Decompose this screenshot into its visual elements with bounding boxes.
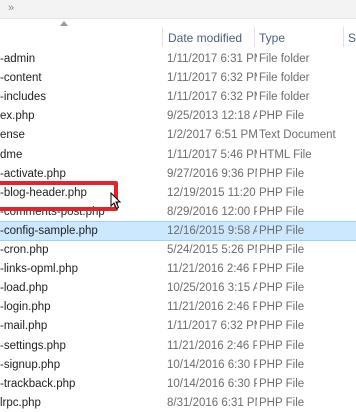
file-row[interactable]: -login.php 11/21/2016 2:46 PMPHP File: [0, 298, 356, 316]
file-type: File folder: [259, 53, 310, 65]
file-date-modified: 9/25/2013 12:18 AM: [167, 110, 257, 122]
file-type: PHP File: [259, 340, 305, 352]
file-date-modified: 10/25/2016 3:15 AM: [167, 282, 257, 294]
file-name: -trackback.php: [0, 378, 76, 390]
file-date-modified: 9/27/2016 9:36 PM: [167, 168, 257, 180]
file-row[interactable]: -content 1/11/2017 6:32 PM File folder: [0, 69, 356, 87]
mouse-cursor-icon: [110, 192, 122, 210]
file-type: PHP File: [259, 359, 305, 371]
file-row[interactable]: lrpc.php 8/31/2016 6:31 PM PHP File: [0, 394, 356, 412]
file-row[interactable]: -config-sample.php 12/16/2015 9:58 AMPHP …: [0, 221, 356, 241]
file-name: -includes: [0, 91, 47, 103]
file-row[interactable]: -trackback.php 10/14/2016 6:30 PMPHP File: [0, 375, 356, 393]
file-date-modified: 10/14/2016 6:30 PM: [167, 359, 257, 371]
file-name: -load.php: [0, 282, 48, 294]
file-type: HTML File: [259, 149, 312, 161]
file-name: ense: [0, 129, 25, 141]
file-type: PHP File: [259, 206, 305, 218]
column-separator[interactable]: [343, 27, 344, 47]
file-date-modified: 1/11/2017 6:32 PM: [167, 72, 257, 84]
file-date-modified: 11/21/2016 2:46 PM: [167, 263, 257, 275]
file-type: PHP File: [259, 168, 305, 180]
file-name: -signup.php: [0, 359, 61, 371]
file-row[interactable]: dme 1/11/2017 5:46 PM HTML File: [0, 146, 356, 164]
file-date-modified: 1/11/2017 6:32 PM: [167, 91, 257, 103]
file-date-modified: 11/21/2016 2:46 PM: [167, 340, 257, 352]
file-name: -login.php: [0, 301, 51, 313]
file-name: -settings.php: [0, 340, 66, 352]
column-separator[interactable]: [162, 27, 163, 47]
file-name: ex.php: [0, 110, 35, 122]
file-date-modified: 12/16/2015 9:58 AM: [167, 225, 257, 237]
file-row[interactable]: -signup.php 10/14/2016 6:30 PMPHP File: [0, 356, 356, 374]
file-date-modified: 10/14/2016 6:30 PM: [167, 378, 257, 390]
file-type: PHP File: [259, 225, 305, 237]
file-name: -content: [0, 72, 42, 84]
file-row[interactable]: ex.php 9/25/2013 12:18 AMPHP File: [0, 107, 356, 125]
file-date-modified: 8/31/2016 6:31 PM: [167, 397, 257, 409]
file-name: -links-opml.php: [0, 263, 78, 275]
file-name: -mail.php: [0, 320, 48, 332]
file-row[interactable]: -mail.php 1/11/2017 6:32 PM PHP File: [0, 317, 356, 335]
file-type: PHP File: [259, 320, 305, 332]
file-type: PHP File: [259, 397, 305, 409]
file-type: PHP File: [259, 187, 305, 199]
file-name: -config-sample.php: [0, 225, 98, 237]
file-row[interactable]: -links-opml.php 11/21/2016 2:46 PMPHP Fil…: [0, 260, 356, 278]
highlight-annotation-box: [0, 181, 118, 211]
file-type: PHP File: [259, 244, 305, 256]
column-separator[interactable]: [254, 27, 255, 47]
file-date-modified: 5/24/2015 5:26 PM: [167, 244, 257, 256]
column-header-date-modified[interactable]: Date modified: [168, 29, 242, 47]
file-row[interactable]: ense 1/2/2017 6:51 PM Text Document: [0, 126, 356, 144]
file-date-modified: 1/11/2017 6:32 PM: [167, 320, 257, 332]
file-type: PHP File: [259, 110, 305, 122]
file-type: PHP File: [259, 263, 305, 275]
file-name: lrpc.php: [0, 397, 41, 409]
file-type: File folder: [259, 91, 310, 103]
file-type: PHP File: [259, 301, 305, 313]
file-name: -cron.php: [0, 244, 49, 256]
file-type: Text Document: [259, 129, 336, 141]
file-date-modified: 12/19/2015 11:20 AM: [167, 187, 257, 199]
file-type: File folder: [259, 72, 310, 84]
column-header-size[interactable]: Si: [348, 29, 356, 47]
sort-ascending-icon: [60, 21, 68, 26]
file-date-modified: 1/11/2017 5:46 PM: [167, 149, 257, 161]
file-row[interactable]: -admin 1/11/2017 6:31 PM File folder: [0, 50, 356, 68]
expand-nav-icon[interactable]: »: [8, 2, 14, 14]
column-header-type[interactable]: Type: [259, 29, 285, 47]
file-name: dme: [0, 149, 23, 161]
file-row[interactable]: -cron.php 5/24/2015 5:26 PM PHP File: [0, 241, 356, 259]
file-row[interactable]: -includes 1/11/2017 6:32 PM File folder: [0, 88, 356, 106]
file-type: PHP File: [259, 378, 305, 390]
file-date-modified: 1/2/2017 6:51 PM: [167, 129, 257, 141]
file-date-modified: 11/21/2016 2:46 PM: [167, 301, 257, 313]
file-type: PHP File: [259, 282, 305, 294]
file-date-modified: 8/29/2016 12:00 PM: [167, 206, 257, 218]
file-row[interactable]: -settings.php 11/21/2016 2:46 PMPHP File: [0, 337, 356, 355]
file-name: -admin: [0, 53, 36, 65]
address-bar-strip: »: [0, 0, 356, 19]
file-row[interactable]: -load.php 10/25/2016 3:15 AMPHP File: [0, 279, 356, 297]
file-date-modified: 1/11/2017 6:31 PM: [167, 53, 257, 65]
